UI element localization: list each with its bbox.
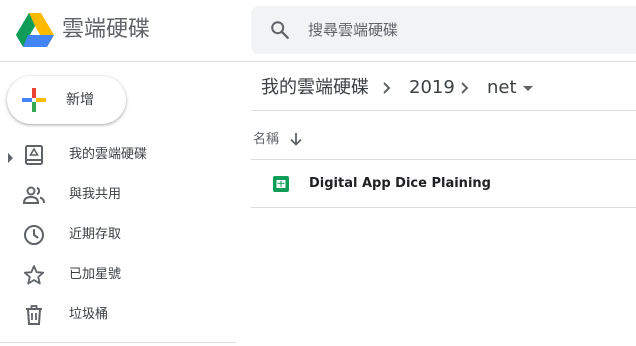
google-sheets-icon [273,176,289,192]
people-icon [22,183,46,207]
top-bar: 雲端硬碟 搜尋雲端硬碟 [0,0,636,62]
breadcrumb-item-net[interactable]: net [487,76,517,100]
sidebar-item-recent[interactable]: 近期存取 [0,215,236,255]
sidebar-item-label: 我的雲端硬碟 [69,147,148,162]
trash-icon [22,303,46,327]
file-row[interactable]: Digital App Dice Plaining [251,160,636,208]
toolbar-divider [251,110,636,111]
breadcrumb-item-2019[interactable]: 2019 [409,76,455,100]
sidebar-item-my-drive[interactable]: 我的雲端硬碟 [0,135,236,175]
file-name[interactable]: Digital App Dice Plaining [309,175,491,193]
expand-arrow-icon[interactable] [6,149,14,163]
plus-icon [20,86,48,114]
column-header-name[interactable]: 名稱 [253,131,279,149]
app-title[interactable]: 雲端硬碟 [62,16,150,44]
breadcrumb-item-my-drive[interactable]: 我的雲端硬碟 [261,76,369,100]
sidebar-item-label: 近期存取 [69,227,122,242]
sidebar-item-label: 已加星號 [69,267,122,282]
sidebar-item-trash[interactable]: 垃圾桶 [0,295,236,335]
sidebar-item-label: 垃圾桶 [69,307,109,322]
sidebar-item-shared-with-me[interactable]: 與我共用 [0,175,236,215]
new-button[interactable]: 新增 [7,76,126,124]
new-button-label: 新增 [66,92,94,108]
sidebar-item-label: 與我共用 [69,187,122,202]
clock-icon [22,223,46,247]
sidebar-divider [0,342,236,343]
my-drive-icon [22,143,46,167]
dropdown-arrow-icon[interactable] [520,80,536,96]
google-drive-logo-icon[interactable] [16,13,54,47]
arrow-down-icon[interactable] [287,130,305,148]
star-icon [22,263,46,287]
chevron-right-icon [377,76,397,100]
sidebar-item-starred[interactable]: 已加星號 [0,255,236,295]
search-bar[interactable]: 搜尋雲端硬碟 [251,6,636,54]
search-icon[interactable] [269,19,291,41]
search-input[interactable]: 搜尋雲端硬碟 [308,20,398,40]
chevron-right-icon [455,76,475,100]
